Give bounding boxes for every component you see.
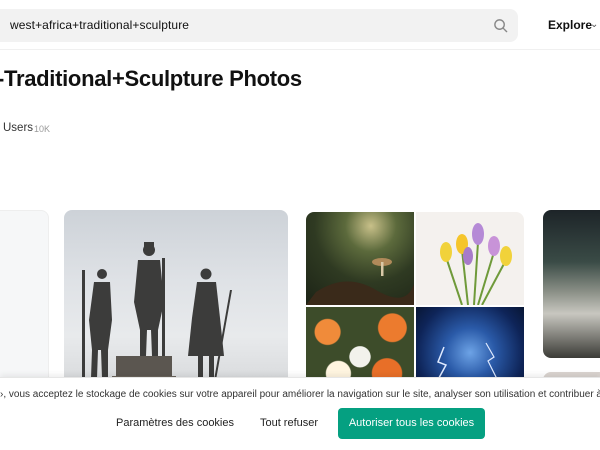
search-input[interactable]: west+africa+traditional+sculpture <box>10 18 189 32</box>
search-bar[interactable]: west+africa+traditional+sculpture <box>0 9 518 42</box>
tab-users[interactable]: Users <box>3 122 33 134</box>
collection-tile-forest <box>306 212 414 305</box>
collection-tile-tulips <box>416 212 524 306</box>
collection-card[interactable] <box>306 212 524 390</box>
cookie-settings-button[interactable]: Paramètres des cookies <box>112 408 238 439</box>
photo-card[interactable] <box>0 210 49 390</box>
cookie-message: ›, vous acceptez le stockage de cookies … <box>0 389 600 400</box>
mushroom-photo <box>306 258 414 305</box>
refuse-all-button[interactable]: Tout refuser <box>252 408 326 439</box>
photo-card-statues[interactable] <box>64 210 288 390</box>
explore-menu[interactable]: Explore <box>548 18 592 32</box>
top-bar: west+africa+traditional+sculpture Explor… <box>0 0 600 50</box>
accept-all-cookies-button[interactable]: Autoriser tous les cookies <box>338 408 485 439</box>
chevron-down-icon[interactable]: ⌄ <box>590 19 598 30</box>
search-icon[interactable] <box>493 18 508 33</box>
cookie-banner: ›, vous acceptez le stockage de cookies … <box>0 377 600 450</box>
users-count-badge: 10K <box>34 124 51 134</box>
statues-photo <box>82 242 232 390</box>
page-title: -Traditional+Sculpture Photos <box>0 66 302 91</box>
photo-card-street[interactable] <box>543 210 600 358</box>
tulips-photo <box>440 223 512 306</box>
